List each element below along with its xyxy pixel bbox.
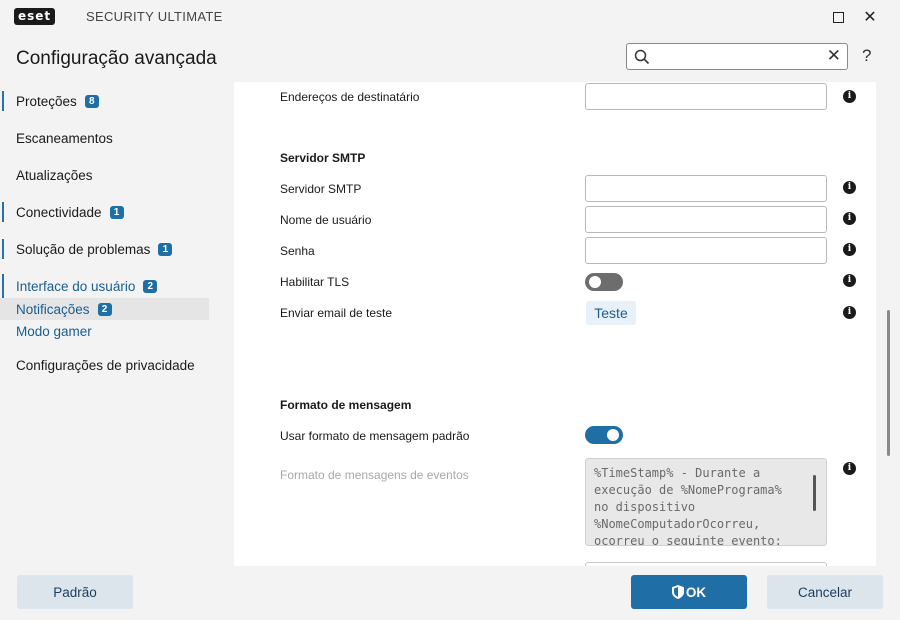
count-badge: 2 bbox=[97, 302, 112, 316]
help-button[interactable]: ? bbox=[862, 46, 871, 66]
info-icon[interactable]: i bbox=[843, 306, 856, 319]
password-field[interactable] bbox=[585, 237, 827, 264]
sidebar-item-label: Escaneamentos bbox=[16, 130, 113, 146]
default-format-toggle[interactable] bbox=[585, 426, 623, 444]
sidebar-item-protecoes[interactable]: Proteções 8 bbox=[0, 89, 99, 113]
recipient-field[interactable] bbox=[585, 83, 827, 110]
info-icon[interactable]: i bbox=[843, 243, 856, 256]
username-label: Nome de usuário bbox=[280, 213, 372, 227]
info-icon[interactable]: i bbox=[843, 212, 856, 225]
smtp-server-field[interactable] bbox=[585, 175, 827, 202]
smtp-server-label: Servidor SMTP bbox=[280, 182, 362, 196]
count-badge: 1 bbox=[158, 242, 173, 256]
default-button[interactable]: Padrão bbox=[17, 575, 133, 609]
tls-toggle[interactable] bbox=[585, 273, 623, 291]
ok-button-label: OK bbox=[685, 584, 707, 600]
sidebar-item-notificacoes[interactable]: Notificações 2 bbox=[0, 298, 209, 320]
info-icon[interactable]: i bbox=[843, 462, 856, 475]
sidebar-item-label: Notificações bbox=[16, 301, 90, 317]
toggle-knob bbox=[589, 276, 601, 288]
username-field[interactable] bbox=[585, 206, 827, 233]
count-badge: 1 bbox=[109, 205, 124, 219]
toggle-knob bbox=[607, 429, 619, 441]
textarea-line: execução de %NomePrograma% bbox=[594, 483, 782, 497]
sidebar-item-atualizacoes[interactable]: Atualizações bbox=[0, 163, 93, 187]
maximize-icon bbox=[832, 11, 844, 23]
shield-icon bbox=[671, 585, 684, 599]
logo-text: eset bbox=[18, 9, 52, 23]
search-box[interactable]: ✕ bbox=[626, 43, 848, 70]
textarea-line: %NomeComputadorOcorreu, bbox=[594, 517, 761, 531]
content-scrollbar[interactable] bbox=[887, 310, 890, 456]
test-button[interactable]: Teste bbox=[586, 301, 636, 325]
sidebar-item-label: Modo gamer bbox=[16, 323, 92, 339]
sidebar-item-label: Proteções bbox=[16, 93, 77, 109]
eset-logo: eset bbox=[14, 8, 56, 25]
recipient-label: Endereços de destinatário bbox=[280, 90, 420, 104]
sidebar-item-configuracoes-de-privacidade[interactable]: Configurações de privacidade bbox=[0, 353, 195, 377]
close-window-button[interactable]: ✕ bbox=[859, 6, 881, 28]
smtp-section-title: Servidor SMTP bbox=[280, 151, 366, 165]
sidebar-item-label: Conectividade bbox=[16, 204, 102, 220]
sidebar-item-conectividade[interactable]: Conectividade 1 bbox=[0, 200, 124, 224]
search-icon bbox=[634, 49, 650, 65]
maximize-button[interactable] bbox=[827, 6, 849, 28]
clear-search-icon[interactable]: ✕ bbox=[827, 46, 841, 66]
sidebar: Proteções 8 Escaneamentos Atualizações C… bbox=[0, 82, 234, 566]
count-badge: 2 bbox=[143, 279, 158, 293]
textarea-line: %TimeStamp% - Durante a bbox=[594, 466, 761, 480]
event-format-label: Formato de mensagens de eventos bbox=[280, 468, 469, 482]
sidebar-item-solucao-de-problemas[interactable]: Solução de problemas 1 bbox=[0, 237, 173, 261]
sidebar-item-label: Configurações de privacidade bbox=[16, 357, 195, 373]
sidebar-item-interface-do-usuario[interactable]: Interface do usuário 2 bbox=[0, 274, 158, 298]
default-format-label: Usar formato de mensagem padrão bbox=[280, 429, 470, 443]
tls-label: Habilitar TLS bbox=[280, 275, 350, 289]
textarea-scrollbar[interactable] bbox=[813, 475, 816, 511]
search-input[interactable] bbox=[655, 46, 815, 67]
ok-button[interactable]: OK bbox=[631, 575, 747, 609]
settings-panel: Endereços de destinatário i Servidor SMT… bbox=[234, 82, 876, 566]
textarea-line: ocorreu o seguinte evento: bbox=[594, 534, 782, 546]
count-badge: 8 bbox=[84, 94, 99, 108]
page-title: Configuração avançada bbox=[16, 48, 217, 69]
event-format-textarea[interactable]: %TimeStamp% - Durante a execução de %Nom… bbox=[585, 458, 827, 546]
close-icon: ✕ bbox=[863, 9, 877, 26]
info-icon[interactable]: i bbox=[843, 274, 856, 287]
product-name: SECURITY ULTIMATE bbox=[86, 9, 223, 24]
title-bar: eset SECURITY ULTIMATE ✕ bbox=[0, 0, 900, 34]
footer-bar: Padrão OK Cancelar bbox=[0, 566, 900, 620]
test-email-label: Enviar email de teste bbox=[280, 306, 393, 320]
textarea-line: no dispositivo bbox=[594, 500, 696, 514]
sidebar-item-label: Atualizações bbox=[16, 167, 93, 183]
sidebar-item-label: Interface do usuário bbox=[16, 278, 136, 294]
sidebar-item-escaneamentos[interactable]: Escaneamentos bbox=[0, 126, 113, 150]
cancel-button[interactable]: Cancelar bbox=[767, 575, 883, 609]
message-format-section-title: Formato de mensagem bbox=[280, 398, 412, 412]
sidebar-item-label: Solução de problemas bbox=[16, 241, 151, 257]
info-icon[interactable]: i bbox=[843, 90, 856, 103]
sidebar-item-modo-gamer[interactable]: Modo gamer bbox=[0, 320, 92, 342]
password-label: Senha bbox=[280, 244, 315, 258]
info-icon[interactable]: i bbox=[843, 181, 856, 194]
